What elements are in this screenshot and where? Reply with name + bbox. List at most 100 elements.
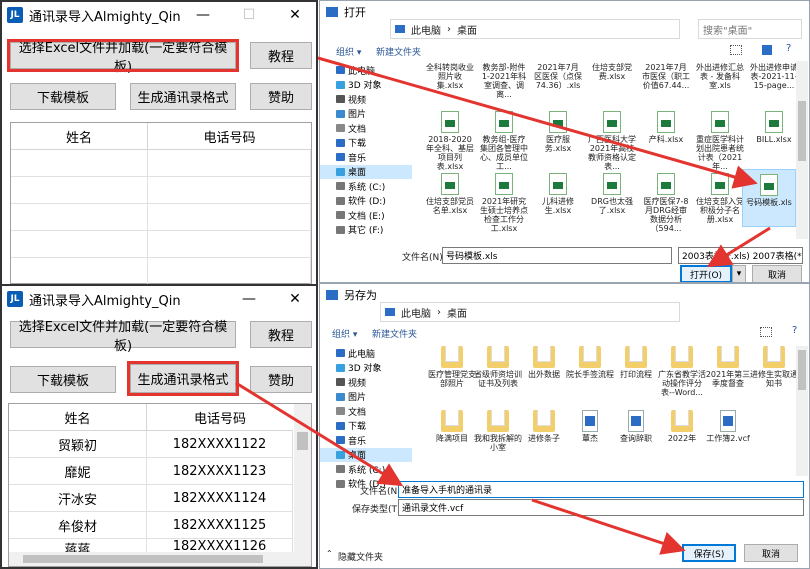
scrollbar-thumb[interactable] <box>23 555 263 563</box>
breadcrumb-pc[interactable]: 此电脑 <box>411 22 441 37</box>
open-dropdown-button[interactable]: ▾ <box>732 265 746 282</box>
file-item[interactable]: 儿科进修生.xlsx <box>534 173 582 215</box>
file-item[interactable]: 广西医科大学2021年高校教师资格认定表... <box>588 111 636 171</box>
nav-item[interactable]: 此电脑 <box>320 346 412 361</box>
new-folder-button[interactable]: 新建文件夹 <box>376 45 421 58</box>
open-button[interactable]: 打开(O) <box>680 265 732 282</box>
breadcrumb-desktop[interactable]: 桌面 <box>457 22 477 37</box>
file-item[interactable]: 工作簿2.vcf <box>704 410 752 443</box>
organize-button[interactable]: 组织 ▾ <box>332 327 357 340</box>
file-item[interactable]: 住培支部党员名单.xlsx <box>426 173 474 215</box>
help-icon[interactable]: ? <box>786 43 791 54</box>
filename-input[interactable]: 号码模板.xls <box>442 247 672 264</box>
contacts-grid[interactable]: 姓名 电话号码 <box>10 122 312 284</box>
nav-item[interactable]: 视频 <box>320 375 412 390</box>
file-item[interactable]: 2018-2020年全科、基层项目列表.xlsx <box>426 111 474 171</box>
generate-contacts-button[interactable]: 生成通讯录格式 <box>130 83 236 110</box>
address-bar[interactable]: 此电脑 › 桌面 <box>390 19 680 39</box>
file-item[interactable]: 教务组-医疗集团各管理中心、成员单位工... <box>480 111 528 171</box>
load-excel-button[interactable]: 选择Excel文件并加载(一定要符合模板) <box>7 39 239 75</box>
folder-item[interactable]: 院长手签流程 <box>566 346 614 379</box>
file-item[interactable]: 2021年7月市医保（职工价值67.44... <box>642 63 690 90</box>
file-item[interactable]: 产科.xlsx <box>642 111 690 144</box>
column-header-name[interactable]: 姓名 <box>11 123 148 150</box>
preview-pane-icon[interactable] <box>762 45 772 55</box>
breadcrumb-pc[interactable]: 此电脑 <box>401 305 431 320</box>
filename-input[interactable]: 准备导入手机的通讯录 <box>398 481 804 498</box>
file-item[interactable]: 医疗服务.xlsx <box>534 111 582 153</box>
close-button[interactable]: ✕ <box>272 2 316 28</box>
folder-item[interactable]: 降满项目 <box>428 410 476 443</box>
minimize-button[interactable]: — <box>180 2 226 28</box>
chevron-up-icon[interactable]: ⌃ <box>326 549 333 558</box>
column-header-phone[interactable]: 电话号码 <box>148 123 311 150</box>
organize-button[interactable]: 组织 ▾ <box>336 45 361 58</box>
nav-item[interactable]: 音乐 <box>320 433 412 448</box>
download-template-button[interactable]: 下载模板 <box>10 366 116 393</box>
vertical-scrollbar[interactable] <box>294 404 311 566</box>
contacts-grid[interactable]: 姓名 电话号码 贸颖初 182XXXX1122 靡妮 182XXXX1123 汗… <box>8 403 312 567</box>
folder-item[interactable]: 出外数据 <box>520 346 568 379</box>
file-item[interactable]: 外出进修汇总表 - 发备科室.xls <box>696 63 744 90</box>
nav-item[interactable]: 软件 (D:) <box>320 194 412 209</box>
shortcut-item[interactable]: 蕈杰 <box>566 410 614 443</box>
save-button[interactable]: 保存(S) <box>682 544 736 562</box>
view-options-icon[interactable] <box>730 45 742 55</box>
donate-button[interactable]: 赞助 <box>250 366 312 393</box>
help-icon[interactable]: ? <box>792 325 797 336</box>
cell-name[interactable]: 蒋蒋 <box>9 539 147 553</box>
folder-item[interactable]: 省级师资培训证书及列表 <box>474 346 522 388</box>
file-item[interactable]: 2021年研究生硕士培养点检查工作分工.xlsx <box>480 173 528 233</box>
folder-item[interactable]: 进修生实取通知书 <box>750 346 798 388</box>
scrollbar-thumb[interactable] <box>798 350 806 390</box>
tutorial-button[interactable]: 教程 <box>250 321 312 348</box>
minimize-button[interactable]: — <box>226 286 272 312</box>
filetype-select[interactable]: 通讯录文件.vcf <box>398 499 804 516</box>
nav-item[interactable]: 文档 <box>320 121 412 136</box>
generate-contacts-button[interactable]: 生成通讯录格式 <box>127 361 239 396</box>
tutorial-button[interactable]: 教程 <box>250 42 312 69</box>
scrollbar-thumb[interactable] <box>297 432 308 450</box>
folder-item[interactable]: 广东省教学活动操作评分表--Word... <box>658 346 706 397</box>
selected-file-item[interactable]: 号码模板.xls <box>742 169 796 227</box>
new-folder-button[interactable]: 新建文件夹 <box>372 327 417 340</box>
file-item[interactable]: 教务部-附件1-2021年科室调查、调离... <box>480 63 528 99</box>
hide-folders-toggle[interactable]: 隐藏文件夹 <box>338 550 383 563</box>
column-header-name[interactable]: 姓名 <box>9 404 147 431</box>
donate-button[interactable]: 赞助 <box>250 83 312 110</box>
file-item[interactable]: DRG也太强了.xlsx <box>588 173 636 215</box>
search-input[interactable]: 搜索"桌面" <box>698 19 802 39</box>
nav-item[interactable]: 文档 <box>320 404 412 419</box>
folder-item[interactable]: 进修条子 <box>520 410 568 443</box>
maximize-button[interactable]: ☐ <box>226 2 272 28</box>
nav-item[interactable]: 视频 <box>320 92 412 107</box>
nav-item[interactable]: 桌面 <box>320 447 412 462</box>
file-item[interactable]: 全科转岗收业照片收集.xlsx <box>426 63 474 90</box>
file-item[interactable]: 医疗医保7-8月DRG经审数据分析（594... <box>642 173 690 233</box>
cell-name[interactable]: 牟俊材 <box>9 512 147 539</box>
folder-item[interactable]: 医疗管理党支部照片 <box>428 346 476 388</box>
vertical-scrollbar[interactable] <box>796 61 808 239</box>
cell-phone[interactable]: 182XXXX1123 <box>147 458 293 485</box>
file-item[interactable]: 2021年7月区医保（点保74.36）.xls <box>534 63 582 90</box>
nav-item[interactable]: 图片 <box>320 390 412 405</box>
cancel-button[interactable]: 取消 <box>752 265 802 282</box>
breadcrumb-desktop[interactable]: 桌面 <box>447 305 467 320</box>
cell-name[interactable]: 汗冰安 <box>9 485 147 512</box>
file-item[interactable]: BILL.xlsx <box>750 111 796 144</box>
cell-phone[interactable]: 182XXXX1124 <box>147 485 293 512</box>
nav-item[interactable]: 下载 <box>320 136 412 151</box>
file-item[interactable]: 重症医学科计划出院患者统计表（2021年... <box>696 111 744 171</box>
nav-item[interactable]: 图片 <box>320 107 412 122</box>
scrollbar-thumb[interactable] <box>798 101 806 161</box>
filetype-select[interactable]: 2003表格(*.xls) 2007表格(*.xlsx <box>678 247 803 264</box>
nav-item[interactable]: 音乐 <box>320 150 412 165</box>
cell-phone[interactable]: 182XXXX1122 <box>147 431 293 458</box>
cancel-button[interactable]: 取消 <box>744 544 798 562</box>
nav-item[interactable]: 系统 (C:) <box>320 462 412 477</box>
nav-item[interactable]: 3D 对象 <box>320 78 412 93</box>
nav-item[interactable]: 文档 (E:) <box>320 208 412 223</box>
horizontal-scrollbar[interactable] <box>9 552 294 566</box>
folder-item[interactable]: 2022年 <box>658 410 706 443</box>
nav-item[interactable]: 系统 (C:) <box>320 179 412 194</box>
